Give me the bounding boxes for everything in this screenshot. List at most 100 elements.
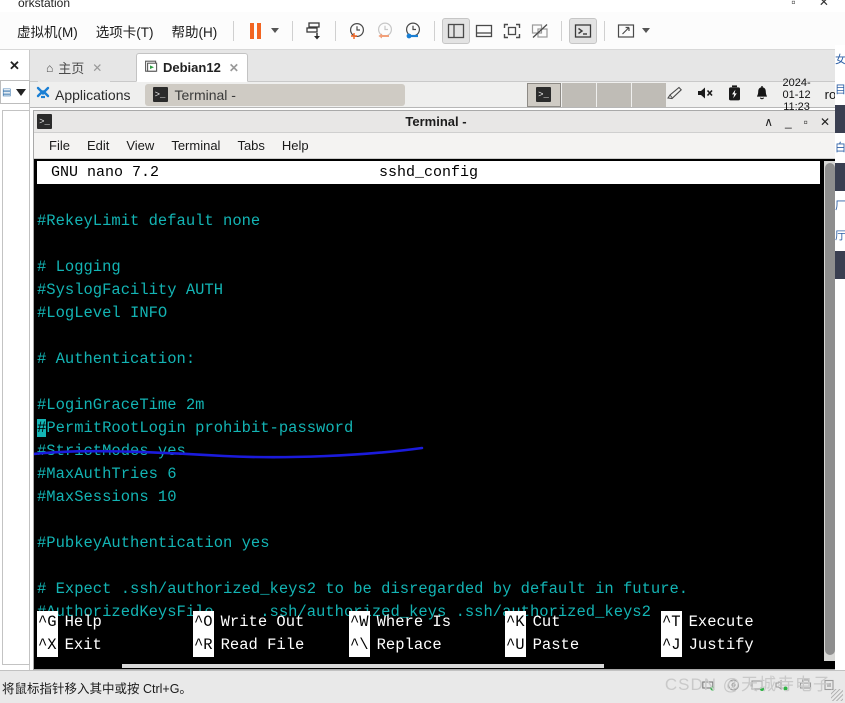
unity-mode-button[interactable] — [526, 18, 554, 44]
nano-line: # Expect .ssh/authorized_keys2 to be dis… — [37, 580, 689, 598]
workspace-4[interactable] — [631, 82, 666, 107]
nano-cursor: # — [37, 419, 47, 437]
tab-close-icon[interactable]: ✕ — [92, 61, 102, 75]
screen-root: orkstation ▫ ✕ 虚拟机(M) 选项卡(T) 帮助(H) ✕ ▤ ⌂… — [0, 0, 845, 703]
show-library-button[interactable] — [442, 17, 471, 44]
close-button[interactable]: ✕ — [820, 115, 830, 129]
scrollbar-thumb[interactable] — [825, 163, 835, 655]
minimize-button[interactable]: _ — [785, 115, 792, 129]
clock-plus-icon — [350, 22, 365, 39]
toolbar-separator — [561, 20, 563, 41]
terminal-titlebar[interactable]: >_ Terminal - ∧ _ ▫ ✕ — [34, 111, 838, 133]
tab-home-label: 主页 — [58, 61, 85, 76]
shortcut-label: Paste — [532, 636, 580, 654]
shortcut-exit[interactable]: ^X Exit — [37, 634, 193, 657]
terminal-menu-help[interactable]: Help — [275, 136, 316, 155]
revert-snapshot-button[interactable] — [371, 18, 399, 44]
chevron-down-icon[interactable] — [642, 28, 651, 33]
status-message: 将鼠标指针移入其中或按 Ctrl+G。 — [2, 681, 192, 696]
pause-button[interactable] — [241, 18, 269, 44]
vmware-window-buttons[interactable]: ▫ ✕ — [791, 0, 839, 9]
workspace-3[interactable] — [596, 82, 631, 107]
shortcut-key: ^K — [505, 611, 526, 634]
tab-home[interactable]: ⌂ 主页 ✕ — [38, 53, 111, 82]
terminal-prompt-icon — [575, 23, 592, 38]
terminal-horizontal-scrollbar[interactable] — [122, 664, 604, 668]
nano-line: #MaxAuthTries 6 — [37, 465, 177, 483]
sliver-text: 白 — [835, 142, 845, 154]
shortcut-execute[interactable]: ^T Execute — [661, 611, 817, 634]
terminal-menu-view[interactable]: View — [119, 136, 161, 155]
taskbar-window-terminal[interactable]: >_ Terminal - — [144, 83, 405, 106]
terminal-menu-file[interactable]: File — [42, 136, 77, 155]
nano-shortcut-bar: ^G Help ^O Write Out ^W Where Is ^K Cut — [37, 611, 817, 657]
terminal-icon: >_ — [152, 87, 168, 102]
panel-clock[interactable]: 2024-01-12 11:23 — [783, 77, 811, 113]
notification-bell-icon[interactable] — [755, 85, 769, 104]
snapshot-manager-button[interactable] — [399, 18, 427, 44]
nano-line-text: PermitRootLogin prohibit-password — [46, 419, 354, 437]
printer-icon[interactable] — [799, 679, 813, 695]
sound-icon[interactable] — [775, 679, 789, 695]
maximize-button[interactable]: ▫ — [804, 115, 808, 129]
applications-menu-button[interactable]: Applications — [30, 86, 137, 103]
fullscreen-button[interactable] — [498, 18, 526, 44]
clipman-icon[interactable] — [666, 86, 683, 104]
cd-drive-icon[interactable] — [727, 679, 741, 695]
terminal-menu-edit[interactable]: Edit — [80, 136, 116, 155]
network-status-icon[interactable] — [702, 679, 717, 695]
library-tree[interactable] — [2, 110, 30, 665]
system-tray: 2024-01-12 11:23 root — [666, 77, 845, 113]
sliver-text: 厂 — [835, 200, 845, 212]
shortcut-key: ^X — [37, 634, 58, 657]
shortcut-justify[interactable]: ^J Justify — [661, 634, 817, 657]
volume-muted-icon[interactable] — [697, 86, 714, 103]
vmware-menubar: 虚拟机(M) 选项卡(T) 帮助(H) — [0, 12, 845, 50]
sliver-text: 厅 — [835, 230, 845, 242]
show-thumbnail-bar-button[interactable] — [470, 18, 498, 44]
sliver-text: 目 — [835, 84, 845, 96]
shade-button[interactable]: ∧ — [764, 115, 773, 129]
clock-date: 2024-01-12 — [782, 76, 811, 101]
nano-line-with-cursor: #PermitRootLogin prohibit-password — [37, 419, 353, 437]
shortcut-label: Cut — [532, 613, 561, 631]
shortcut-cut[interactable]: ^K Cut — [505, 611, 661, 634]
xfce-mouse-icon — [36, 86, 50, 103]
menu-virtual-machine[interactable]: 虚拟机(M) — [8, 18, 87, 44]
workspace-2[interactable] — [561, 82, 596, 107]
battery-icon[interactable] — [728, 85, 741, 104]
shortcut-paste[interactable]: ^U Paste — [505, 634, 661, 657]
shortcut-replace[interactable]: ^\ Replace — [349, 634, 505, 657]
terminal-menu-tabs[interactable]: Tabs — [230, 136, 271, 155]
panel-bottom-icon — [476, 24, 493, 37]
library-filter-dropdown[interactable]: ▤ — [0, 80, 30, 104]
library-close-button[interactable]: ✕ — [9, 58, 20, 74]
vmware-window-title: orkstation — [18, 0, 71, 10]
send-ctrl-alt-del-button[interactable] — [300, 18, 328, 44]
tab-debian12[interactable]: Debian12 ✕ — [136, 53, 248, 82]
chevron-down-icon[interactable] — [271, 28, 280, 33]
toolbar-separator — [292, 20, 294, 41]
workspace-switcher[interactable]: >_ — [526, 82, 666, 107]
menu-tabs[interactable]: 选项卡(T) — [87, 18, 163, 44]
nano-line: #LogLevel INFO — [37, 304, 168, 322]
unity-disabled-icon — [532, 23, 548, 38]
console-view-button[interactable] — [569, 17, 598, 44]
terminal-menu-terminal[interactable]: Terminal — [164, 136, 227, 155]
shortcut-write-out[interactable]: ^O Write Out — [193, 611, 349, 634]
floppy-icon[interactable] — [751, 679, 765, 695]
nano-shortcut-row-1: ^G Help ^O Write Out ^W Where Is ^K Cut — [37, 611, 817, 634]
window-resize-grip[interactable] — [831, 689, 843, 701]
nano-filename: sshd_config — [378, 164, 479, 181]
terminal-console[interactable]: GNU nano 7.2 sshd_config #RekeyLimit def… — [34, 159, 838, 669]
shortcut-read-file[interactable]: ^R Read File — [193, 634, 349, 657]
shortcut-help[interactable]: ^G Help — [37, 611, 193, 634]
shortcut-where-is[interactable]: ^W Where Is — [349, 611, 505, 634]
take-snapshot-button[interactable] — [343, 18, 371, 44]
vm-play-icon — [145, 60, 158, 76]
tab-close-icon[interactable]: ✕ — [229, 61, 239, 75]
nano-editor-text[interactable]: #RekeyLimit default none # Logging #Sysl… — [34, 184, 838, 647]
workspace-1[interactable]: >_ — [526, 82, 561, 107]
stretch-guest-button[interactable] — [612, 18, 640, 44]
menu-help[interactable]: 帮助(H) — [163, 18, 227, 44]
